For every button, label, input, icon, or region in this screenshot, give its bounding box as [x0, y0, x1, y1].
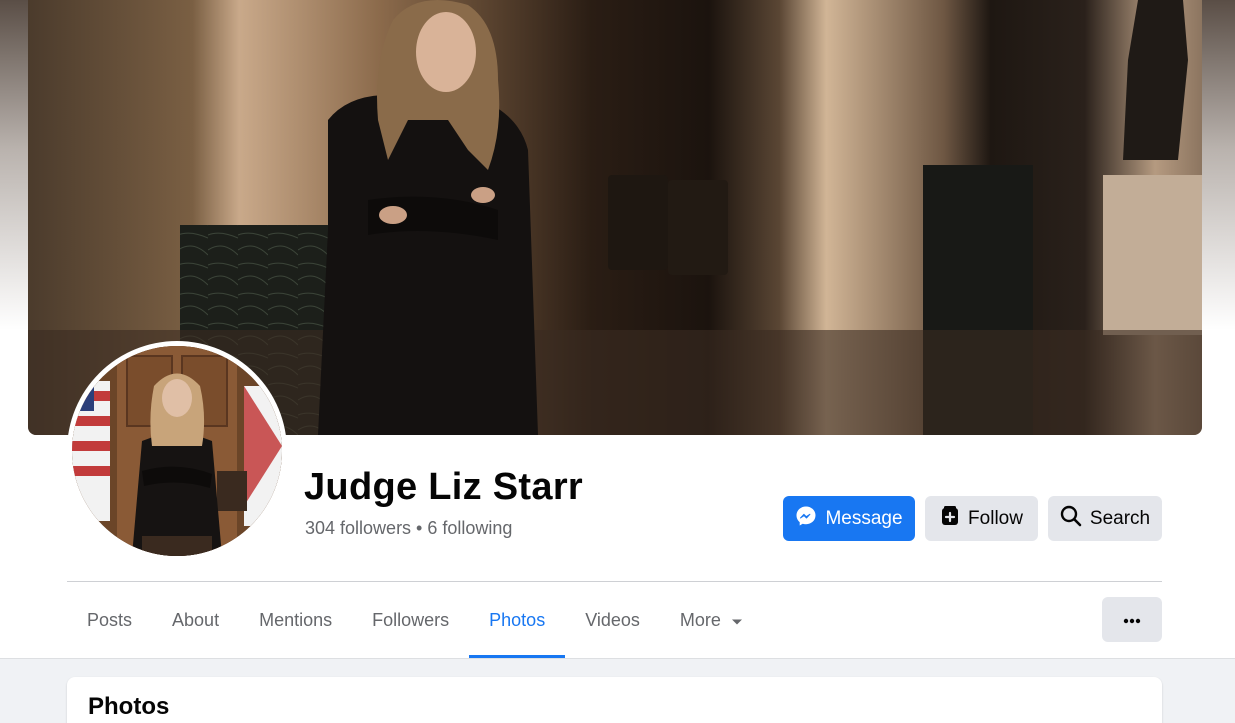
profile-tabs: Posts About Mentions Followers Photos Vi… — [67, 582, 763, 658]
tab-label: Photos — [489, 609, 546, 630]
tab-label: Posts — [87, 609, 133, 630]
search-button-label: Search — [1089, 507, 1151, 529]
tab-more[interactable]: More — [660, 582, 763, 658]
caret-down-icon — [731, 610, 743, 631]
ellipsis-icon — [1122, 611, 1142, 629]
follow-button[interactable]: Follow — [925, 496, 1038, 541]
tab-label: More — [679, 609, 721, 630]
tab-label: Videos — [585, 609, 640, 630]
tab-label: About — [172, 609, 220, 630]
tab-posts[interactable]: Posts — [67, 582, 152, 658]
tab-mentions[interactable]: Mentions — [239, 582, 352, 658]
message-button-label: Message — [825, 507, 903, 529]
follow-button-label: Follow — [968, 507, 1023, 529]
messenger-icon — [795, 505, 817, 533]
follow-icon — [940, 505, 960, 533]
tab-about[interactable]: About — [152, 582, 239, 658]
tab-label: Mentions — [259, 609, 333, 630]
tab-videos[interactable]: Videos — [565, 582, 660, 658]
tab-followers[interactable]: Followers — [352, 582, 469, 658]
search-button[interactable]: Search — [1048, 496, 1162, 541]
follower-stats[interactable]: 304 followers • 6 following — [305, 518, 512, 539]
search-icon — [1060, 505, 1082, 533]
tab-photos[interactable]: Photos — [469, 582, 566, 658]
tab-label: Followers — [372, 609, 450, 630]
profile-picture[interactable] — [67, 341, 287, 561]
message-button[interactable]: Message — [783, 496, 915, 541]
avatar-image — [72, 346, 282, 556]
photos-card: Photos — [67, 677, 1162, 723]
section-title: Photos — [88, 693, 170, 720]
page-title: Judge Liz Starr — [304, 466, 583, 508]
more-options-button[interactable] — [1102, 597, 1162, 642]
